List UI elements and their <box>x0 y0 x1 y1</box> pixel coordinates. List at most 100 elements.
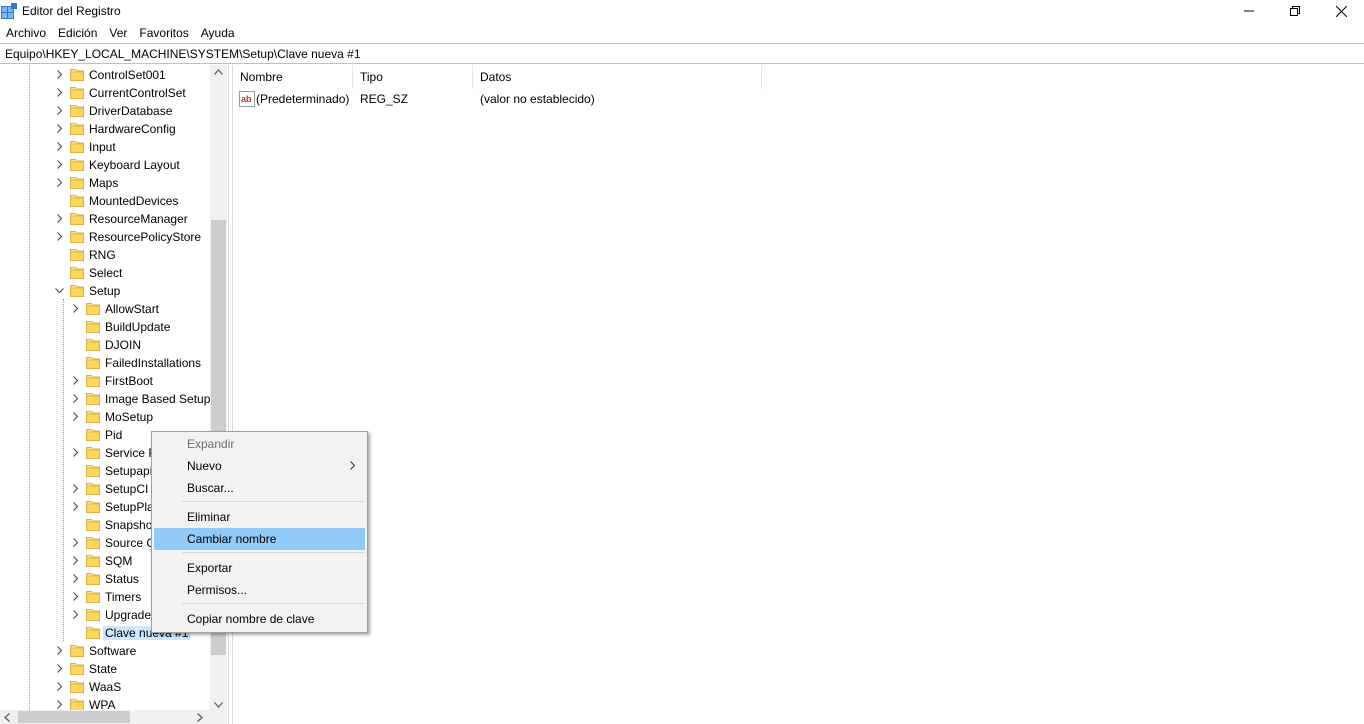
ctx-cambiar-nombre[interactable]: Cambiar nombre <box>154 528 365 550</box>
chevron-right-icon[interactable] <box>55 232 64 241</box>
column-header-nombre[interactable]: Nombre <box>233 65 353 89</box>
tree-item[interactable]: Maps <box>0 174 210 192</box>
menu-ayuda[interactable]: Ayuda <box>195 23 241 43</box>
chevron-right-icon[interactable] <box>55 70 64 79</box>
scroll-left-icon[interactable] <box>4 713 10 722</box>
close-button[interactable] <box>1318 0 1364 22</box>
restore-icon <box>1290 6 1300 16</box>
tree-item[interactable]: Input <box>0 138 210 156</box>
tree-item-label: Select <box>89 266 123 280</box>
value-row[interactable]: ab (Predeterminado) REG_SZ (valor no est… <box>237 89 997 109</box>
tree-item[interactable]: Select <box>0 264 210 282</box>
context-menu-item-label: Copiar nombre de clave <box>187 612 315 626</box>
tree-item[interactable]: ControlSet001 <box>0 66 210 84</box>
chevron-right-icon[interactable] <box>55 178 64 187</box>
chevron-right-icon[interactable] <box>71 538 80 547</box>
tree-item[interactable]: State <box>0 660 210 678</box>
tree-item[interactable]: WaaS <box>0 678 210 696</box>
chevron-right-icon[interactable] <box>71 502 80 511</box>
folder-icon <box>86 573 100 585</box>
chevron-right-icon[interactable] <box>55 160 64 169</box>
tree-item[interactable]: Setup <box>0 282 210 300</box>
tree-horizontal-scroll-thumb[interactable] <box>18 711 130 723</box>
ctx-copiar-nombre-clave[interactable]: Copiar nombre de clave <box>154 608 365 630</box>
tree-item[interactable]: ResourceManager <box>0 210 210 228</box>
tree-item[interactable]: Keyboard Layout <box>0 156 210 174</box>
chevron-right-icon[interactable] <box>55 664 64 673</box>
menu-favoritos[interactable]: Favoritos <box>133 23 194 43</box>
title-bar: Editor del Registro <box>0 0 1364 22</box>
tree-item-label: Source C <box>105 536 156 550</box>
chevron-right-icon[interactable] <box>55 124 64 133</box>
chevron-right-icon[interactable] <box>55 700 64 709</box>
chevron-right-icon[interactable] <box>71 484 80 493</box>
tree-item[interactable]: CurrentControlSet <box>0 84 210 102</box>
chevron-right-icon[interactable] <box>71 412 80 421</box>
scroll-right-icon[interactable] <box>197 713 203 722</box>
ctx-nuevo[interactable]: Nuevo <box>154 455 365 477</box>
folder-icon <box>86 411 100 423</box>
chevron-right-icon[interactable] <box>55 142 64 151</box>
chevron-right-icon[interactable] <box>71 592 80 601</box>
submenu-arrow-icon <box>350 461 355 470</box>
tree-item[interactable]: ResourcePolicyStore <box>0 228 210 246</box>
tree-item[interactable]: HardwareConfig <box>0 120 210 138</box>
chevron-right-icon[interactable] <box>55 646 64 655</box>
minimize-button[interactable] <box>1226 0 1272 22</box>
chevron-right-icon[interactable] <box>71 304 80 313</box>
tree-item[interactable]: FailedInstallations <box>0 354 210 372</box>
tree-item[interactable]: FirstBoot <box>0 372 210 390</box>
tree-item[interactable]: RNG <box>0 246 210 264</box>
folder-icon <box>70 231 84 243</box>
menu-separator <box>182 603 365 604</box>
chevron-right-icon[interactable] <box>55 88 64 97</box>
chevron-right-icon[interactable] <box>71 574 80 583</box>
chevron-right-icon[interactable] <box>71 610 80 619</box>
tree-item-label: Upgrade <box>105 608 152 622</box>
ctx-buscar[interactable]: Buscar... <box>154 477 365 499</box>
folder-icon <box>86 591 100 603</box>
restore-button[interactable] <box>1272 0 1318 22</box>
tree-item[interactable]: AllowStart <box>0 300 210 318</box>
chevron-right-icon[interactable] <box>55 682 64 691</box>
tree-item-label: Setupapi <box>105 464 153 478</box>
folder-icon <box>86 609 100 621</box>
tree-item-label: ControlSet001 <box>89 68 166 82</box>
scroll-up-icon[interactable] <box>214 69 223 75</box>
tree-horizontal-scrollbar[interactable] <box>0 710 227 724</box>
tree-item[interactable]: Software <box>0 642 210 660</box>
chevron-right-icon[interactable] <box>71 556 80 565</box>
context-menu-item-label: Buscar... <box>187 481 234 495</box>
chevron-right-icon[interactable] <box>55 214 64 223</box>
menu-archivo[interactable]: Archivo <box>0 23 52 43</box>
ctx-eliminar[interactable]: Eliminar <box>154 506 365 528</box>
tree-item[interactable]: DJOIN <box>0 336 210 354</box>
chevron-down-icon[interactable] <box>55 286 64 295</box>
address-bar[interactable]: Equipo\HKEY_LOCAL_MACHINE\SYSTEM\Setup\C… <box>0 43 1364 64</box>
ctx-permisos[interactable]: Permisos... <box>154 579 365 601</box>
chevron-right-icon[interactable] <box>71 394 80 403</box>
folder-icon <box>86 357 100 369</box>
values-list[interactable]: Nombre Tipo Datos ab (Predeterminado) RE… <box>233 65 1364 724</box>
chevron-right-icon[interactable] <box>71 376 80 385</box>
folder-icon <box>86 465 100 477</box>
tree-item[interactable]: BuildUpdate <box>0 318 210 336</box>
folder-icon <box>70 105 84 117</box>
column-header-datos[interactable]: Datos <box>473 65 762 89</box>
tree-item[interactable]: MoSetup <box>0 408 210 426</box>
chevron-right-icon[interactable] <box>71 448 80 457</box>
scroll-down-icon[interactable] <box>214 702 223 708</box>
tree-item[interactable]: MountedDevices <box>0 192 210 210</box>
folder-icon <box>70 87 84 99</box>
tree-item-label: Software <box>89 644 137 658</box>
folder-icon <box>86 519 100 531</box>
chevron-right-icon[interactable] <box>55 106 64 115</box>
column-header-tipo[interactable]: Tipo <box>353 65 473 89</box>
tree-item[interactable]: DriverDatabase <box>0 102 210 120</box>
address-path[interactable]: Equipo\HKEY_LOCAL_MACHINE\SYSTEM\Setup\C… <box>5 47 361 61</box>
tree-item[interactable]: Image Based Setup <box>0 390 210 408</box>
tree-item-label: State <box>89 662 118 676</box>
menu-ver[interactable]: Ver <box>103 23 133 43</box>
ctx-exportar[interactable]: Exportar <box>154 557 365 579</box>
menu-edicion[interactable]: Edición <box>52 23 103 43</box>
